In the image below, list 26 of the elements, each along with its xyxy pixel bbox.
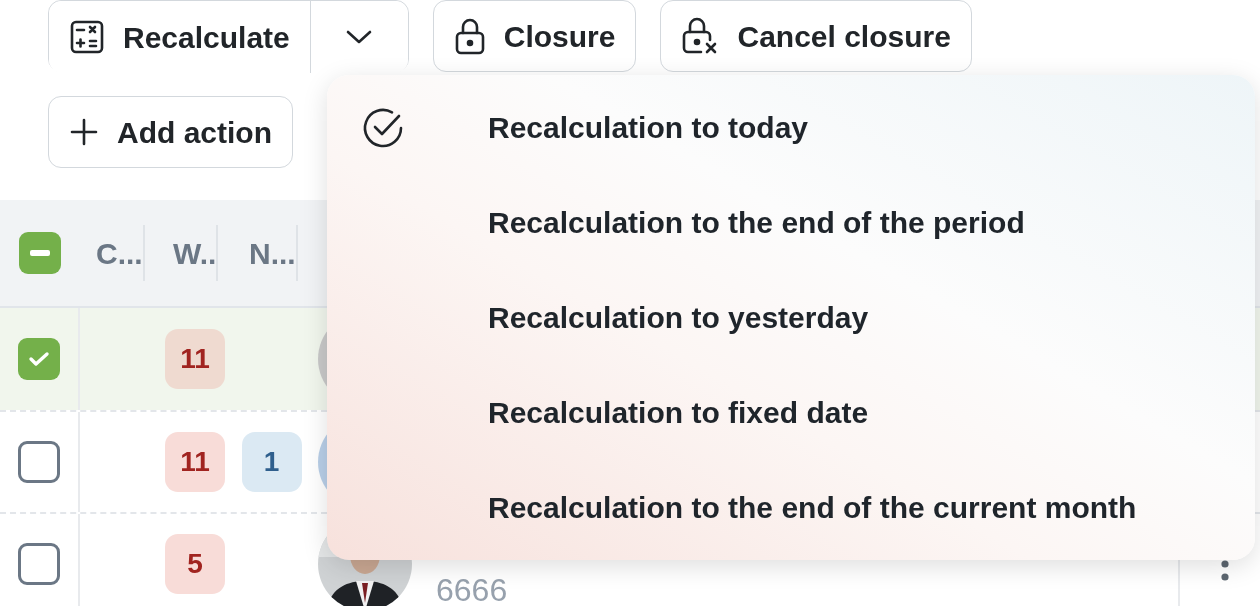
- row-checkbox[interactable]: [18, 441, 60, 483]
- recalculate-button[interactable]: Recalculate: [49, 1, 310, 73]
- check-icon: [28, 350, 50, 368]
- add-action-button[interactable]: Add action: [48, 96, 293, 168]
- minus-icon: [29, 250, 51, 256]
- row-checkbox[interactable]: [18, 338, 60, 380]
- closure-button[interactable]: Closure: [432, 0, 637, 72]
- column-header[interactable]: W..: [157, 225, 219, 281]
- dropdown-toggle-button[interactable]: [309, 1, 408, 73]
- dropdown-item[interactable]: Recalculation to fixed date: [327, 365, 1255, 460]
- dropdown-item[interactable]: Recalculation to yesterday: [327, 270, 1255, 365]
- cancel-closure-button[interactable]: Cancel closure: [660, 0, 972, 72]
- count-badge: 5: [165, 534, 225, 594]
- count-badge: 11: [165, 329, 225, 389]
- person-id: 6666: [436, 571, 508, 606]
- column-header[interactable]: C...: [80, 225, 145, 281]
- plus-icon: [69, 117, 99, 147]
- count-badge: 11: [165, 432, 225, 492]
- count-badge: 1: [241, 432, 302, 492]
- row-checkbox[interactable]: [18, 543, 60, 585]
- dropdown-item[interactable]: Recalculation to the end of the period: [327, 175, 1255, 270]
- select-all-checkbox[interactable]: [19, 232, 61, 274]
- column-header[interactable]: N...: [233, 225, 298, 281]
- calculator-icon: [69, 19, 105, 55]
- dropdown-item[interactable]: Recalculation to today: [327, 80, 1255, 175]
- lock-icon: [453, 17, 486, 55]
